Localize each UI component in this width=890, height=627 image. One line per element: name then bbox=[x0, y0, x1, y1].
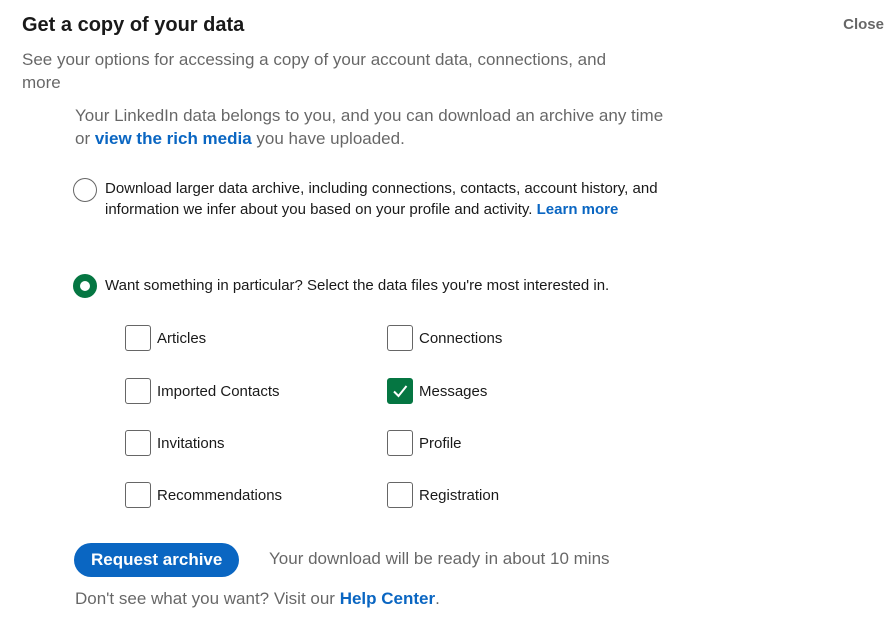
file-checkbox-invitations[interactable]: Invitations bbox=[125, 430, 225, 456]
file-label: Invitations bbox=[157, 434, 225, 452]
file-checkbox-profile[interactable]: Profile bbox=[387, 430, 462, 456]
footer-text-after: . bbox=[435, 589, 440, 608]
larger-archive-label: Download larger data archive, including … bbox=[105, 178, 670, 220]
footer-text: Don't see what you want? Visit our Help … bbox=[75, 589, 440, 609]
checkbox[interactable] bbox=[387, 378, 413, 404]
checkmark-icon bbox=[393, 385, 408, 398]
checkbox[interactable] bbox=[387, 430, 413, 456]
option-particular[interactable]: Want something in particular? Select the… bbox=[73, 274, 670, 298]
file-label: Profile bbox=[419, 434, 462, 452]
file-label: Articles bbox=[157, 329, 207, 347]
view-rich-media-link[interactable]: view the rich media bbox=[95, 129, 252, 148]
file-checkbox-connections[interactable]: Connections bbox=[387, 325, 502, 351]
file-checkbox-recommendations[interactable]: Recommendations bbox=[125, 482, 282, 508]
intro-text: Your LinkedIn data belongs to you, and y… bbox=[75, 104, 675, 150]
checkbox[interactable] bbox=[125, 430, 151, 456]
footer-text-before: Don't see what you want? Visit our bbox=[75, 589, 340, 608]
checkbox[interactable] bbox=[125, 325, 151, 351]
file-label: Connections bbox=[419, 329, 503, 347]
particular-radio[interactable] bbox=[73, 274, 97, 298]
file-label: Imported Contacts bbox=[157, 382, 280, 400]
close-button[interactable]: Close bbox=[843, 16, 884, 33]
file-label: Registration bbox=[419, 486, 500, 504]
dialog-title: Get a copy of your data bbox=[22, 14, 245, 36]
request-archive-button[interactable]: Request archive bbox=[74, 543, 240, 577]
file-checkbox-registration[interactable]: Registration bbox=[387, 482, 499, 508]
larger-archive-radio[interactable] bbox=[73, 178, 97, 202]
checkbox[interactable] bbox=[387, 325, 413, 351]
checkbox[interactable] bbox=[125, 378, 151, 404]
checkbox[interactable] bbox=[125, 482, 151, 508]
learn-more-link[interactable]: Learn more bbox=[537, 201, 619, 218]
file-checkbox-messages[interactable]: Messages bbox=[387, 378, 487, 404]
file-checkbox-articles[interactable]: Articles bbox=[125, 325, 206, 351]
option-larger-archive[interactable]: Download larger data archive, including … bbox=[73, 178, 670, 220]
intro-text-after: you have uploaded. bbox=[251, 129, 405, 148]
dialog-subtitle: See your options for accessing a copy of… bbox=[22, 50, 607, 92]
file-label: Messages bbox=[419, 382, 488, 400]
download-ready-text: Your download will be ready in about 10 … bbox=[269, 549, 610, 568]
file-label: Recommendations bbox=[157, 486, 283, 504]
checkbox[interactable] bbox=[387, 482, 413, 508]
particular-label: Want something in particular? Select the… bbox=[105, 277, 610, 294]
file-checkbox-imported-contacts[interactable]: Imported Contacts bbox=[125, 378, 280, 404]
help-center-link[interactable]: Help Center bbox=[340, 589, 435, 608]
